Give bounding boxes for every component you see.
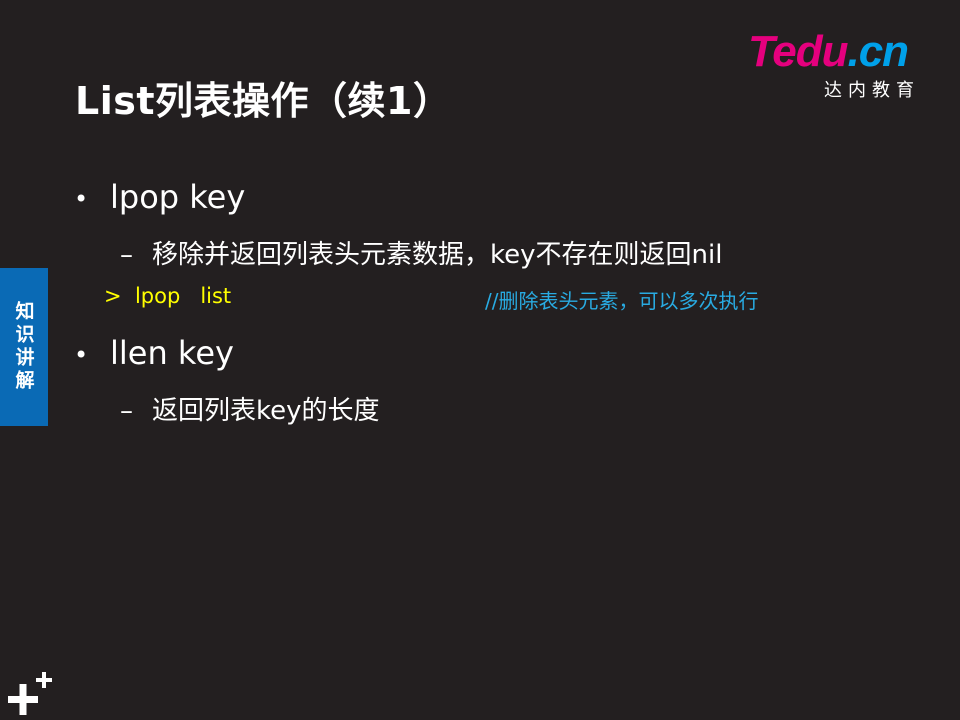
sub-item-llen: – 返回列表key的长度 — [120, 390, 380, 427]
sub-dash: – — [120, 396, 133, 426]
sub-item-lpop: – 移除并返回列表头元素数据，key不存在则返回nil — [120, 234, 722, 271]
logo-edu: edu — [772, 27, 848, 76]
logo-wordmark: Tedu.cn — [748, 27, 909, 76]
sub-text: 返回列表key的长度 — [152, 396, 380, 426]
bullet-dot: • — [74, 341, 89, 369]
sub-text: 移除并返回列表头元素数据，key不存在则返回nil — [152, 240, 723, 270]
logo-t: T — [748, 27, 773, 76]
plus-decoration-icon — [8, 672, 52, 715]
bullet-text: lpop key — [110, 178, 246, 216]
bullet-text: llen key — [110, 334, 234, 372]
logo-cn: .cn — [847, 27, 909, 76]
code-line: > lpop list — [104, 284, 232, 308]
slide-title: List列表操作（续1） — [75, 79, 452, 123]
sub-dash: – — [120, 240, 133, 270]
bullet-item-lpop: • lpop key — [74, 178, 245, 216]
bullet-dot: • — [74, 185, 89, 213]
side-tab: 知识讲解 — [0, 268, 48, 426]
logo-subtitle: 达内教育 — [824, 80, 920, 101]
bullet-item-llen: • llen key — [74, 334, 234, 372]
side-tab-label: 知识讲解 — [12, 301, 35, 393]
tedu-logo: Tedu.cn 达内教育 — [748, 27, 938, 102]
slide: List列表操作（续1） Tedu.cn 达内教育 知识讲解 • lpop key… — [0, 0, 960, 720]
code-comment: //删除表头元素，可以多次执行 — [485, 289, 759, 313]
